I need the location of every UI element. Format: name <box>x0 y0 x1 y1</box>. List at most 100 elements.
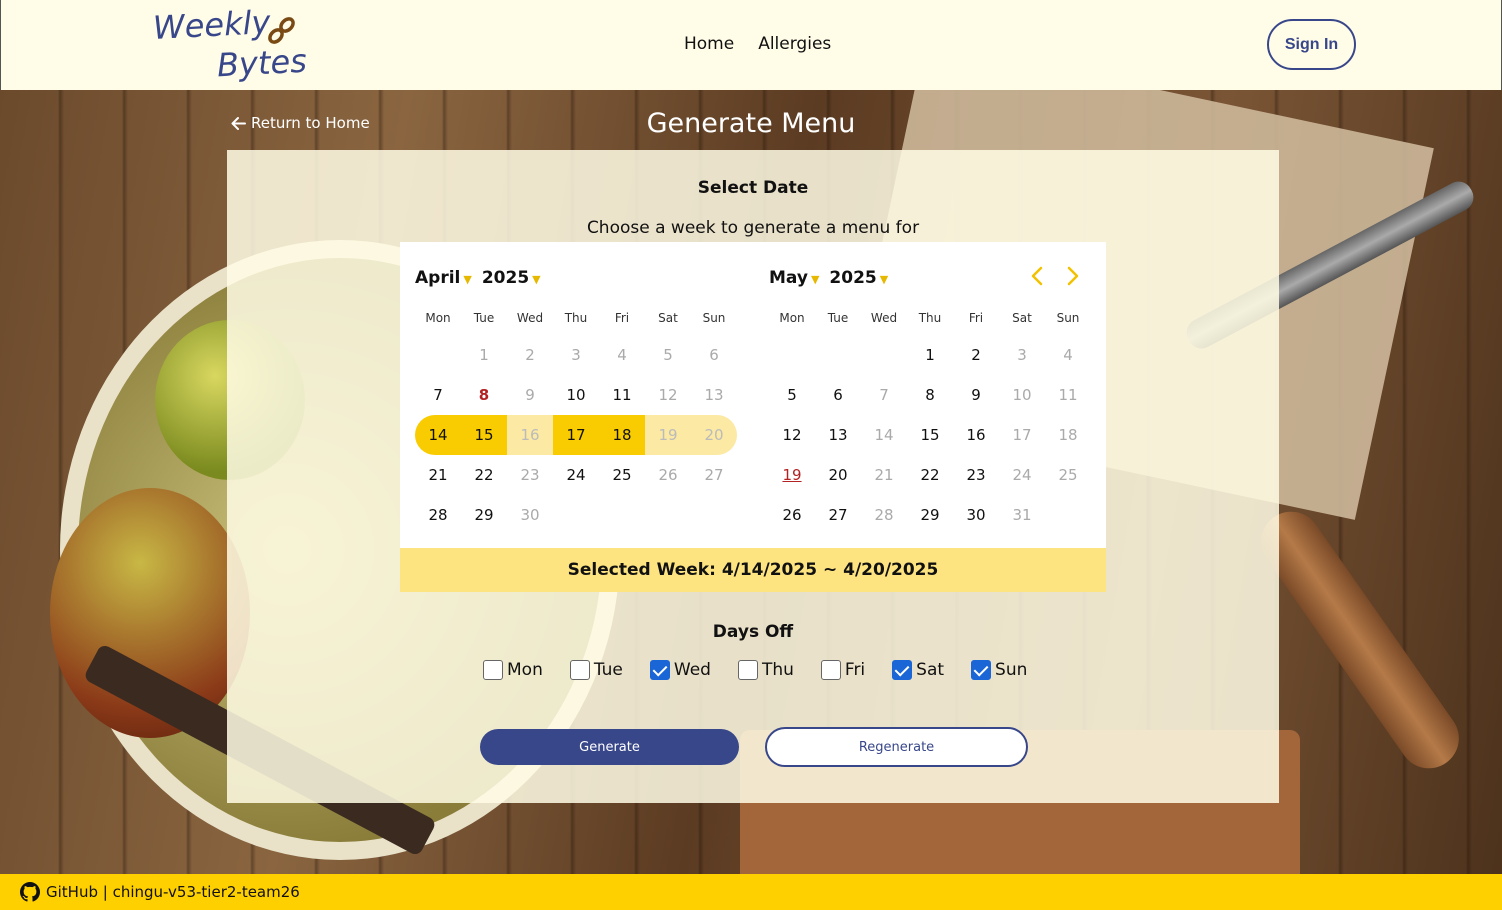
calendar-day[interactable]: 24 <box>553 455 599 495</box>
checkbox-unchecked[interactable] <box>569 660 590 680</box>
calendar-day[interactable]: 17 <box>553 415 599 455</box>
calendar-day[interactable]: 7 <box>415 375 461 415</box>
checkbox-checked[interactable] <box>971 660 992 680</box>
calendar-day[interactable]: 10 <box>999 375 1045 415</box>
day-off-label: Wed <box>673 660 711 680</box>
day-off-checkbox-wed[interactable]: Wed <box>649 660 711 680</box>
checkbox-checked[interactable] <box>649 660 670 680</box>
nav-allergies[interactable]: Allergies <box>758 34 831 54</box>
weekday-label: Fri <box>968 311 984 325</box>
calendar-day[interactable]: 31 <box>999 495 1045 535</box>
calendar-day[interactable]: 1 <box>907 335 953 375</box>
calendar-day[interactable]: 4 <box>599 335 645 375</box>
day-off-checkbox-tue[interactable]: Tue <box>569 660 623 680</box>
calendar-day[interactable]: 1 <box>461 335 507 375</box>
calendar-day[interactable]: 15 <box>461 415 507 455</box>
calendar-day[interactable]: 20 <box>691 415 737 455</box>
calendar-day[interactable]: 22 <box>461 455 507 495</box>
calendar-day[interactable]: 25 <box>1045 455 1091 495</box>
calendar-day[interactable]: 29 <box>461 495 507 535</box>
calendar-day[interactable]: 21 <box>861 455 907 495</box>
calendar-day[interactable]: 22 <box>907 455 953 495</box>
calendar-day[interactable]: 13 <box>815 415 861 455</box>
calendar-day[interactable]: 27 <box>815 495 861 535</box>
checkbox-unchecked[interactable] <box>483 660 503 680</box>
day-off-checkbox-fri[interactable]: Fri <box>820 660 865 680</box>
top-header: Weekly Bytes Home Allergies Sign In <box>0 0 1502 90</box>
checkbox-checked[interactable] <box>892 660 913 680</box>
month-year-header: May ▼ 2025 ▼ <box>769 268 888 288</box>
calendar-day[interactable]: 11 <box>599 375 645 415</box>
calendar-day[interactable]: 12 <box>645 375 691 415</box>
calendar-day[interactable]: 9 <box>953 375 999 415</box>
year-select[interactable]: 2025 ▼ <box>482 268 541 288</box>
calendar-day[interactable]: 18 <box>599 415 645 455</box>
calendar-day[interactable]: 10 <box>553 375 599 415</box>
calendar-day[interactable]: 3 <box>553 335 599 375</box>
calendar-day[interactable]: 17 <box>999 415 1045 455</box>
calendar-day[interactable]: 23 <box>507 455 553 495</box>
calendar-month-may: May ▼ 2025 ▼ Mon Tue Wed Thu Fri Sat Sun 1… <box>754 242 1104 548</box>
weekly-bytes-logo[interactable]: Weekly Bytes <box>152 3 323 84</box>
calendar-day[interactable]: 28 <box>861 495 907 535</box>
calendar-day[interactable]: 19 <box>645 415 691 455</box>
calendar-day[interactable]: 30 <box>507 495 553 535</box>
checkbox-unchecked[interactable] <box>737 660 758 680</box>
calendar-day[interactable]: 23 <box>953 455 999 495</box>
month-select[interactable]: May ▼ <box>769 268 819 288</box>
calendar-day[interactable]: 11 <box>1045 375 1091 415</box>
calendar-day[interactable]: 6 <box>815 375 861 415</box>
chevron-left-icon[interactable] <box>1030 266 1044 286</box>
generate-menu-panel: Select Date Choose a week to generate a … <box>227 150 1279 803</box>
github-icon[interactable] <box>20 882 40 902</box>
days-off-checkboxes: Mon Tue Wed Thu Fri Sat Sun <box>483 660 1027 680</box>
calendar-day[interactable]: 18 <box>1045 415 1091 455</box>
calendar-day[interactable]: 14 <box>415 415 461 455</box>
regenerate-button[interactable]: Regenerate <box>765 727 1028 767</box>
month-navigation <box>1030 266 1080 286</box>
calendar-day[interactable]: 29 <box>907 495 953 535</box>
calendar-day[interactable]: 5 <box>769 375 815 415</box>
calendar-day[interactable]: 25 <box>599 455 645 495</box>
day-off-checkbox-sun[interactable]: Sun <box>971 660 1027 680</box>
calendar-day[interactable]: 15 <box>907 415 953 455</box>
calendar-day[interactable]: 5 <box>645 335 691 375</box>
calendar-day[interactable]: 21 <box>415 455 461 495</box>
calendar-day[interactable]: 3 <box>999 335 1045 375</box>
calendar-day[interactable]: 26 <box>645 455 691 495</box>
calendar-day[interactable]: 14 <box>861 415 907 455</box>
calendar-day[interactable]: 8 <box>907 375 953 415</box>
page-title: Generate Menu <box>646 108 856 139</box>
calendar-day[interactable]: 16 <box>507 415 553 455</box>
calendar-day[interactable]: 20 <box>815 455 861 495</box>
calendar-day[interactable]: 19 <box>769 455 815 495</box>
day-off-checkbox-mon[interactable]: Mon <box>483 660 543 680</box>
year-select[interactable]: 2025 ▼ <box>829 268 888 288</box>
chevron-right-icon[interactable] <box>1066 266 1080 286</box>
day-off-checkbox-sat[interactable]: Sat <box>892 660 944 680</box>
sign-in-button[interactable]: Sign In <box>1267 19 1356 70</box>
calendar-day[interactable]: 13 <box>691 375 737 415</box>
calendar-day[interactable]: 2 <box>953 335 999 375</box>
calendar-day[interactable]: 24 <box>999 455 1045 495</box>
calendar-day[interactable]: 16 <box>953 415 999 455</box>
calendar-day[interactable]: 12 <box>769 415 815 455</box>
calendar-day[interactable]: 4 <box>1045 335 1091 375</box>
generate-button[interactable]: Generate <box>480 729 739 765</box>
calendar-day[interactable]: 8 <box>461 375 507 415</box>
calendar-day[interactable]: 30 <box>953 495 999 535</box>
calendar-day[interactable]: 6 <box>691 335 737 375</box>
calendar-day[interactable]: 2 <box>507 335 553 375</box>
calendar-day[interactable]: 27 <box>691 455 737 495</box>
calendar-day[interactable]: 28 <box>415 495 461 535</box>
day-off-checkbox-thu[interactable]: Thu <box>737 660 794 680</box>
calendar-day[interactable]: 9 <box>507 375 553 415</box>
checkbox-unchecked[interactable] <box>820 660 841 680</box>
chevron-down-icon: ▼ <box>879 273 889 286</box>
calendar-day[interactable]: 7 <box>861 375 907 415</box>
footer-repo-link[interactable]: GitHub | chingu-v53-tier2-team26 <box>46 883 300 901</box>
select-date-heading: Select Date <box>697 178 809 198</box>
month-select[interactable]: April ▼ <box>415 268 472 288</box>
calendar-day[interactable]: 26 <box>769 495 815 535</box>
nav-home[interactable]: Home <box>684 34 734 54</box>
